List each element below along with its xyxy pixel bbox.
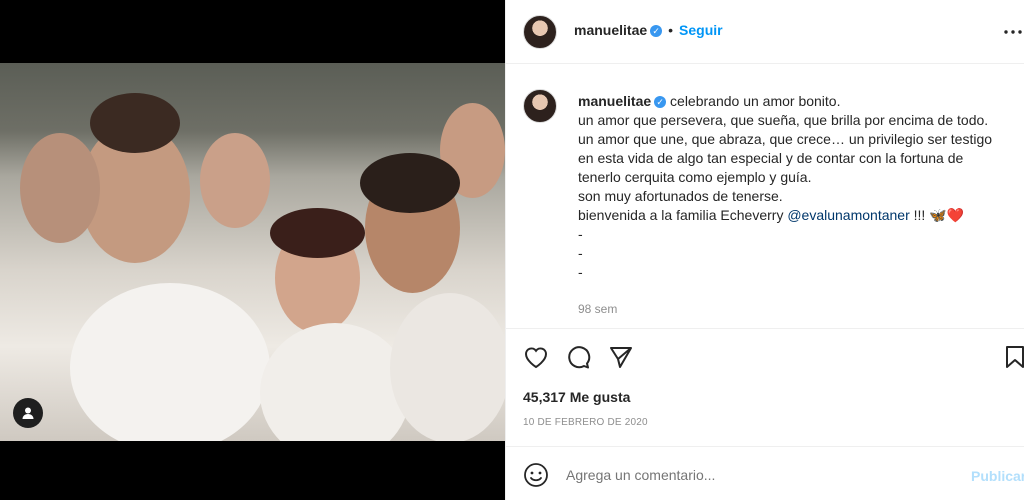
photo-detail [20,133,100,243]
caption-line: tenerlo cerquita como ejemplo y guía. [578,169,812,185]
username-link[interactable]: manuelitae [574,22,647,38]
bookmark-icon[interactable] [1001,343,1024,371]
comment-bar: Publicar [506,446,1024,501]
like-count[interactable]: 45,317 Me gusta [523,389,630,405]
caption-line: un amor que une, que abraza, que crece… … [578,131,993,147]
publish-button[interactable]: Publicar [971,468,1024,484]
caption-line-mention: bienvenida a la familia Echeverry @evalu… [578,206,1018,225]
heart-icon[interactable] [522,343,550,371]
photo-detail [270,208,365,258]
caption-line: un amor que persevera, que sueña, que br… [578,112,989,128]
separator-dot: • [668,22,674,38]
photo-detail [200,133,270,228]
mention-link[interactable]: @evalunamontaner [787,207,909,223]
caption-avatar[interactable] [523,89,557,123]
caption-line-1: manuelitae ✓ celebrando un amor bonito. [578,92,1018,111]
caption-text: celebrando un amor bonito. [670,93,841,109]
comment-icon[interactable] [564,343,592,371]
comment-input[interactable] [566,467,946,483]
header-user: manuelitae ✓ • Seguir [574,22,723,40]
post-photo[interactable] [0,63,505,441]
post-details-panel: manuelitae ✓ • Seguir manuelitae ✓ celebrand… [505,0,1024,500]
caption-line: en esta vida de algo tan especial y de c… [578,150,964,166]
caption-line: - [578,264,583,280]
post-caption: manuelitae ✓ celebrando un amor bonito. u… [578,92,1018,282]
photo-detail [390,293,505,441]
more-options-icon[interactable] [999,18,1024,46]
photo-detail [70,283,270,441]
share-icon[interactable] [607,343,635,371]
emoji-icon[interactable] [522,461,550,489]
photo-detail [360,153,460,213]
user-tag-icon[interactable] [13,398,43,428]
caption-time[interactable]: 98 sem [578,302,617,316]
photo-detail [90,93,180,153]
follow-button[interactable]: Seguir [679,22,723,38]
caption-line: - [578,226,583,242]
post-date: 10 DE FEBRERO DE 2020 [523,417,648,428]
caption-suffix: !!! 🦋❤️ [909,207,965,223]
caption-text: bienvenida a la familia Echeverry [578,207,788,223]
post-header: manuelitae ✓ • Seguir [506,0,1024,64]
verified-icon: ✓ [650,24,663,37]
action-bar [506,328,1024,389]
photo-detail [260,323,410,441]
caption-username[interactable]: manuelitae [578,93,651,109]
post-media [0,0,505,500]
caption-line: - [578,245,583,261]
avatar[interactable] [523,15,557,49]
caption-line: son muy afortunados de tenerse. [578,188,783,204]
verified-icon: ✓ [654,96,667,109]
